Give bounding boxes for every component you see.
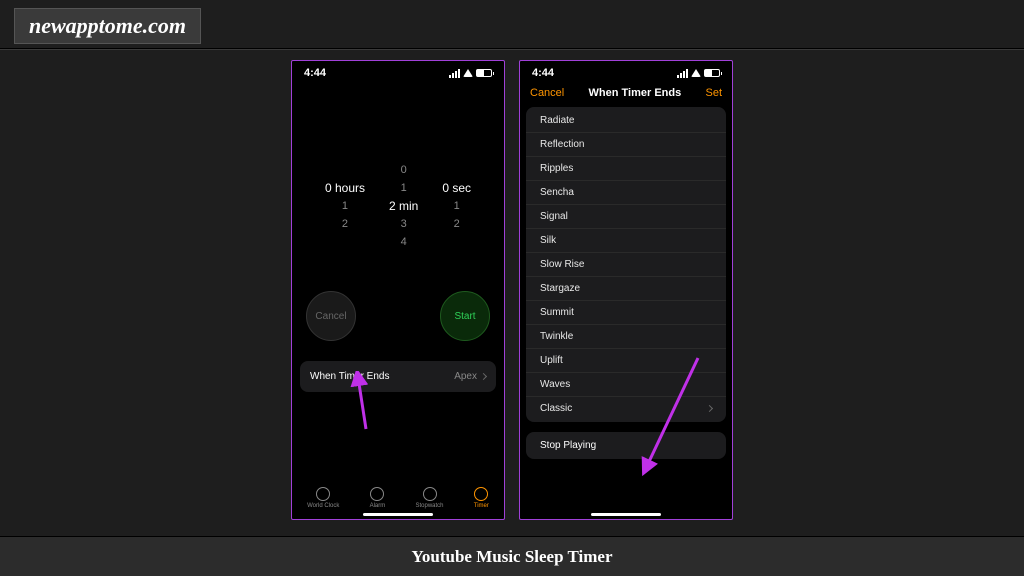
phone-sound-picker: 4:44 Cancel When Timer Ends Set Radiate …	[519, 60, 733, 520]
tab-stopwatch[interactable]: Stopwatch	[415, 487, 443, 509]
signal-icon	[677, 69, 688, 78]
sound-item[interactable]: Silk	[526, 229, 726, 253]
start-button[interactable]: Start	[440, 291, 490, 341]
when-timer-ends-row[interactable]: When Timer Ends Apex	[300, 361, 496, 392]
signal-icon	[449, 69, 460, 78]
battery-icon	[476, 69, 492, 77]
time-picker[interactable]: 0 hours 1 2 0 1 2 min 3 4 0 sec 1 2	[292, 161, 504, 251]
stopwatch-icon	[423, 487, 437, 501]
status-time: 4:44	[304, 67, 326, 79]
picker-hours[interactable]: 0 hours 1 2	[325, 161, 365, 251]
sound-item[interactable]: Stargaze	[526, 277, 726, 301]
cancel-button[interactable]: Cancel	[530, 87, 564, 99]
watermark-badge: newapptome.com	[14, 8, 201, 44]
divider	[0, 48, 1024, 50]
annotation-arrow-icon	[348, 371, 388, 431]
status-bar: 4:44	[292, 61, 504, 81]
wifi-icon	[463, 69, 473, 77]
picker-min[interactable]: 0 1 2 min 3 4	[389, 161, 418, 251]
wifi-icon	[691, 69, 701, 77]
picker-sec[interactable]: 0 sec 1 2	[442, 161, 471, 251]
sound-item[interactable]: Sencha	[526, 181, 726, 205]
phone-timer: 4:44 0 hours 1 2 0 1 2 min 3 4	[291, 60, 505, 520]
home-indicator[interactable]	[591, 513, 661, 516]
timer-ends-value: Apex	[454, 371, 486, 382]
phone-screenshots: 4:44 0 hours 1 2 0 1 2 min 3 4	[291, 60, 733, 520]
sound-item[interactable]: Slow Rise	[526, 253, 726, 277]
alarm-icon	[370, 487, 384, 501]
chevron-right-icon	[480, 373, 487, 380]
annotation-arrow-icon	[640, 356, 700, 476]
home-indicator[interactable]	[363, 513, 433, 516]
cancel-button[interactable]: Cancel	[306, 291, 356, 341]
button-row: Cancel Start	[292, 251, 504, 341]
sound-item[interactable]: Signal	[526, 205, 726, 229]
chevron-right-icon	[706, 405, 713, 412]
status-icons	[677, 69, 720, 78]
sound-item[interactable]: Twinkle	[526, 325, 726, 349]
status-icons	[449, 69, 492, 78]
sound-item[interactable]: Summit	[526, 301, 726, 325]
caption-bar: Youtube Music Sleep Timer	[0, 536, 1024, 576]
tab-world-clock[interactable]: World Clock	[307, 487, 339, 509]
sound-item[interactable]: Reflection	[526, 133, 726, 157]
tab-bar: World Clock Alarm Stopwatch Timer	[292, 487, 504, 509]
globe-icon	[316, 487, 330, 501]
battery-icon	[704, 69, 720, 77]
status-bar: 4:44	[520, 61, 732, 81]
modal-header: Cancel When Timer Ends Set	[520, 81, 732, 105]
caption-text: Youtube Music Sleep Timer	[411, 547, 612, 567]
modal-title: When Timer Ends	[589, 87, 682, 99]
tab-alarm[interactable]: Alarm	[370, 487, 386, 509]
sound-item[interactable]: Ripples	[526, 157, 726, 181]
timer-icon	[474, 487, 488, 501]
status-time: 4:44	[532, 67, 554, 79]
tab-timer[interactable]: Timer	[474, 487, 489, 509]
sound-item[interactable]: Radiate	[526, 109, 726, 133]
set-button[interactable]: Set	[705, 87, 722, 99]
